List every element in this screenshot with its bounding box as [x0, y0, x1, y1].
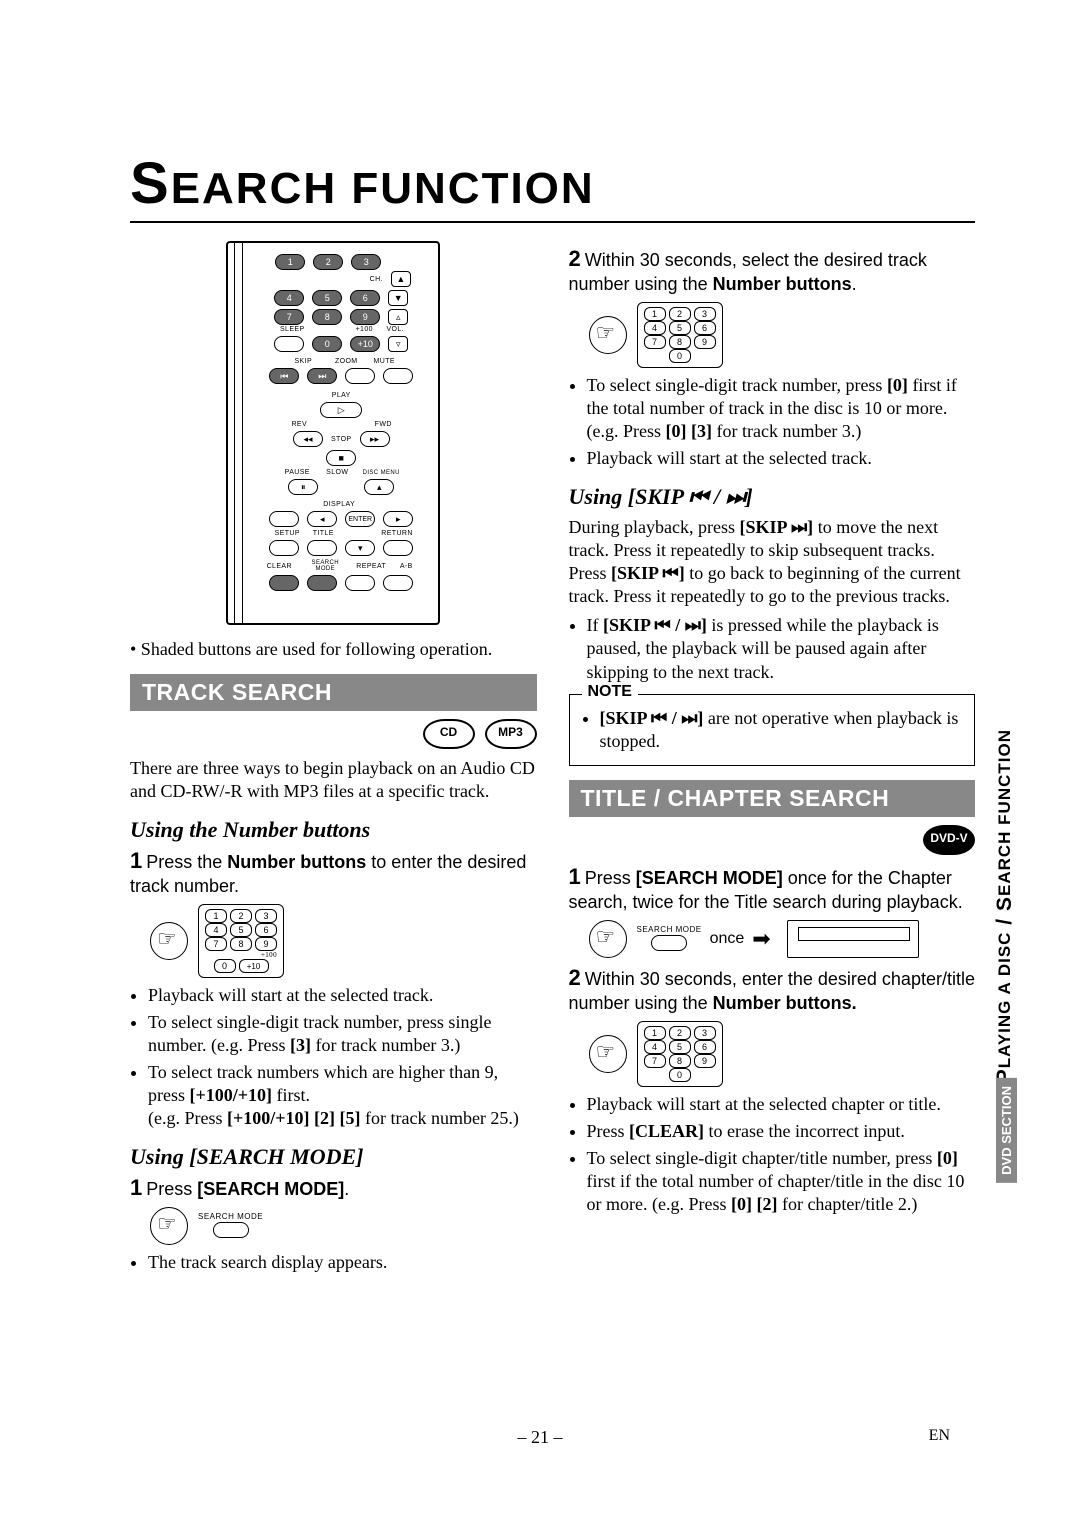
keypad-figure-a: 123 456 789 +100 0+10 [150, 904, 537, 978]
step-1a: 1Press the Number buttons to enter the d… [130, 847, 537, 898]
hand-icon [150, 922, 188, 960]
dvd-badge: DVD-V [923, 825, 975, 855]
skip-bullet: If [SKIP ⏮ / ⏭] is pressed while the pla… [569, 614, 976, 683]
remote-diagram: 1 2 3 CH. ▲ 4 5 6 ▼ [226, 241, 440, 625]
tc-step-2: 2Within 30 seconds, enter the desired ch… [569, 964, 976, 1015]
tc-bullets: Playback will start at the selected chap… [569, 1093, 976, 1216]
page-title: SEARCH FUNCTION [130, 150, 975, 217]
hand-icon [150, 1207, 188, 1245]
title-rule [130, 221, 975, 223]
arrow-right-icon: ➡ [752, 926, 770, 951]
bullets-a: Playback will start at the selected trac… [130, 984, 537, 1130]
intro-text: There are three ways to begin playback o… [130, 757, 537, 803]
title-chapter-heading: TITLE / CHAPTER SEARCH [569, 780, 976, 817]
keypad-figure-c: 123 456 789 0 [589, 1021, 976, 1087]
subhead-searchmode: Using [SEARCH MODE] [130, 1144, 537, 1170]
searchmode-once-figure: SEARCH MODE once ➡ [589, 920, 976, 958]
hand-icon [589, 1035, 627, 1073]
hand-icon [589, 920, 627, 958]
page-footer: – 21 – EN [0, 1427, 1080, 1448]
tc-step-1: 1Press [SEARCH MODE] once for the Chapte… [569, 863, 976, 914]
skip-paragraph: During playback, press [SKIP ⏭] to move … [569, 516, 976, 608]
side-tab-section: PLAYING A DISC / SEARCH FUNCTION [993, 729, 1017, 1083]
searchmode-figure: SEARCH MODE [150, 1207, 537, 1245]
note-box: NOTE [SKIP ⏮ / ⏭] are not operative when… [569, 694, 976, 766]
osd-display [787, 920, 919, 958]
subhead-skip: Using [SKIP ⏮ / ⏭] [569, 484, 976, 510]
subhead-number-buttons: Using the Number buttons [130, 817, 537, 843]
bullet-b: The track search display appears. [130, 1251, 537, 1274]
side-tab-dvd: DVD SECTION [996, 1078, 1017, 1183]
dvd-badge-row: DVD-V [569, 825, 976, 855]
keypad-figure-b: 123 456 789 0 [589, 302, 976, 368]
mp3-badge: MP3 [485, 719, 537, 749]
hand-icon [589, 316, 627, 354]
remote-caption: • Shaded buttons are used for following … [130, 639, 537, 660]
step-2: 2Within 30 seconds, select the desired t… [569, 245, 976, 296]
cd-badge: CD [423, 719, 475, 749]
step-1b: 1Press [SEARCH MODE]. [130, 1174, 537, 1202]
media-badges: CD MP3 [130, 719, 537, 749]
bullets-c: To select single-digit track number, pre… [569, 374, 976, 470]
track-search-heading: TRACK SEARCH [130, 674, 537, 711]
